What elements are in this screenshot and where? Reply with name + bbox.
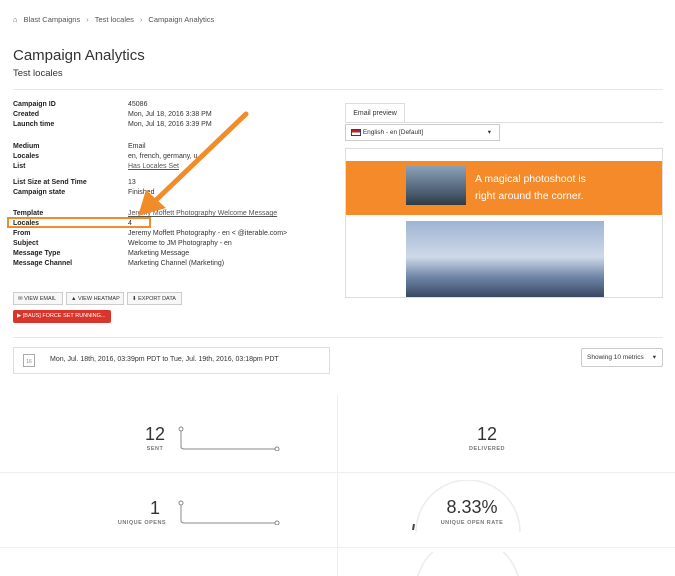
breadcrumb-test-locales[interactable]: Test locales	[95, 15, 134, 24]
date-range-text: Mon, Jul. 18th, 2016, 03:39pm PDT to Tue…	[50, 356, 279, 363]
view-email-button[interactable]: ✉ VIEW EMAIL	[13, 292, 63, 305]
detail-row: Campaign ID 45086	[13, 101, 148, 108]
metric-delivered-value: 12	[476, 424, 498, 444]
annotation-arrow	[138, 111, 249, 216]
metric-delivered-label: DELIVERED	[469, 446, 505, 452]
download-icon: ⬇	[132, 296, 137, 302]
chevron-right-icon: ›	[139, 15, 143, 24]
metric-open-rate-value: 8.33%	[446, 497, 498, 517]
page-title: Campaign Analytics	[13, 47, 145, 64]
hero-photo	[406, 221, 604, 297]
grid-divider	[0, 472, 675, 473]
sparkline	[178, 500, 280, 525]
grid-divider	[0, 547, 675, 548]
photo-thumbnail	[406, 166, 466, 205]
grid-divider	[337, 395, 338, 576]
caret-down-icon: ▾	[652, 354, 656, 361]
breadcrumb-blast-campaigns[interactable]: Blast Campaigns	[24, 15, 81, 24]
breadcrumb-current: Campaign Analytics	[148, 15, 215, 24]
detail-row: Medium Email	[13, 143, 146, 150]
metric-open-rate-label: UNIQUE OPEN RATE	[440, 520, 504, 526]
page-subtitle: Test locales	[13, 68, 63, 79]
view-heatmap-button[interactable]: ▲ VIEW HEATMAP	[66, 292, 124, 305]
detail-row: List Size at Send Time 13	[13, 179, 136, 186]
banner-line-1: A magical photoshoot is	[475, 173, 586, 185]
detail-row: From Jeremy Moffett Photography - en < @i…	[13, 230, 288, 237]
date-range-picker[interactable]: 16 Mon, Jul. 18th, 2016, 03:39pm PDT to …	[13, 347, 330, 374]
caret-down-icon: ▾	[487, 129, 491, 136]
tab-underline	[345, 122, 663, 123]
detail-row: Message Channel Marketing Channel (Market…	[13, 260, 225, 267]
banner-line-2: right around the corner.	[475, 190, 584, 202]
envelope-icon: ✉	[18, 296, 23, 302]
metrics-select[interactable]: Showing 10 metrics ▾	[581, 348, 663, 367]
chevron-right-icon: ›	[86, 15, 89, 24]
tab-email-preview[interactable]: Email preview	[345, 103, 405, 123]
divider	[13, 89, 663, 90]
force-run-button[interactable]: ▶ [BAUS] FORCE SET RUNNING...	[13, 310, 111, 323]
breadcrumb: ⌂ Blast Campaigns › Test locales › Campa…	[13, 15, 214, 24]
sparkline	[178, 426, 280, 451]
rate-gauge-next	[417, 552, 519, 576]
divider	[13, 337, 663, 338]
detail-row: Message Type Marketing Message	[13, 250, 190, 257]
preview-banner: A magical photoshoot is right around the…	[346, 161, 662, 215]
detail-row: Subject Welcome to JM Photography - en	[13, 240, 232, 247]
email-preview-frame: A magical photoshoot is right around the…	[345, 148, 663, 298]
export-data-button[interactable]: ⬇ EXPORT DATA	[127, 292, 182, 305]
locale-select[interactable]: English - en [Default] ▾	[345, 124, 500, 141]
calendar-icon: 16	[23, 354, 35, 367]
heatmap-icon: ▲	[71, 296, 77, 302]
flag-icon	[351, 128, 361, 136]
home-icon: ⌂	[13, 15, 18, 24]
